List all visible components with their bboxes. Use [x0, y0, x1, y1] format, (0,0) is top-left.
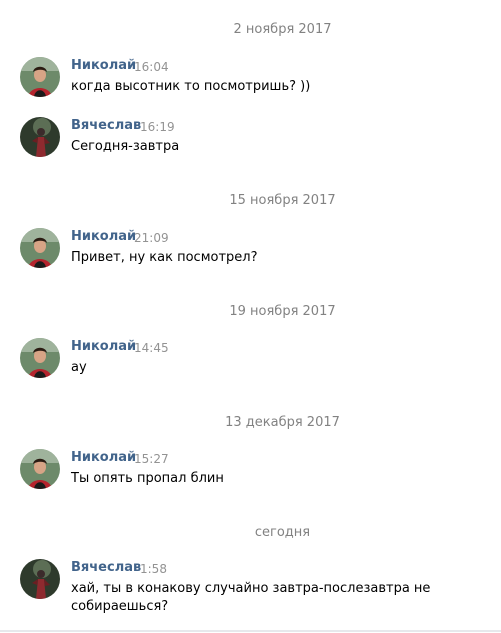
avatar[interactable] [20, 228, 60, 268]
message-history: 2 ноября 2017 Николай 16:04 когда высотн… [0, 0, 501, 633]
message-item: Николай 15:27 Ты опять пропал блин [20, 449, 490, 509]
avatar[interactable] [20, 449, 60, 489]
date-separator: 19 ноября 2017 [229, 304, 336, 319]
avatar[interactable] [20, 57, 60, 97]
author-name[interactable]: Николай [71, 339, 136, 355]
message-text: хай, ты в конакову случайно завтра-после… [71, 581, 431, 614]
message-text: Ты опять пропал блин [71, 471, 224, 486]
date-separator: 2 ноября 2017 [233, 22, 332, 37]
message-time[interactable]: 16:19 [140, 119, 175, 135]
message-item: Вячеслав 1:58 хай, ты в конакову случайн… [20, 559, 490, 619]
date-separator: сегодня [254, 525, 311, 540]
message-time[interactable]: 1:58 [140, 561, 167, 577]
avatar[interactable] [20, 559, 60, 599]
date-separator: 15 ноября 2017 [229, 193, 336, 208]
message-text: ау [71, 360, 87, 375]
message-item: Николай 21:09 Привет, ну как посмотрел? [20, 228, 490, 288]
message-time[interactable]: 21:09 [134, 230, 169, 246]
author-name[interactable]: Вячеслав [71, 560, 141, 576]
author-name[interactable]: Николай [71, 450, 136, 466]
date-separator: 13 декабря 2017 [225, 415, 340, 430]
message-item: Вячеслав 16:19 Сегодня-завтра [20, 117, 490, 177]
author-name[interactable]: Николай [71, 229, 136, 245]
message-text: Привет, ну как посмотрел? [71, 250, 258, 265]
message-time[interactable]: 16:04 [134, 59, 169, 75]
avatar[interactable] [20, 338, 60, 378]
message-item: Николай 14:45 ау [20, 338, 490, 398]
message-item: Николай 16:04 когда высотник то посмотри… [20, 57, 490, 117]
message-text: Сегодня-завтра [71, 139, 180, 154]
message-time[interactable]: 15:27 [134, 451, 169, 467]
author-name[interactable]: Вячеслав [71, 118, 141, 134]
divider [0, 630, 501, 632]
avatar[interactable] [20, 117, 60, 157]
message-text: когда высотник то посмотришь? )) [71, 79, 311, 94]
message-time[interactable]: 14:45 [134, 340, 169, 356]
author-name[interactable]: Николай [71, 58, 136, 74]
